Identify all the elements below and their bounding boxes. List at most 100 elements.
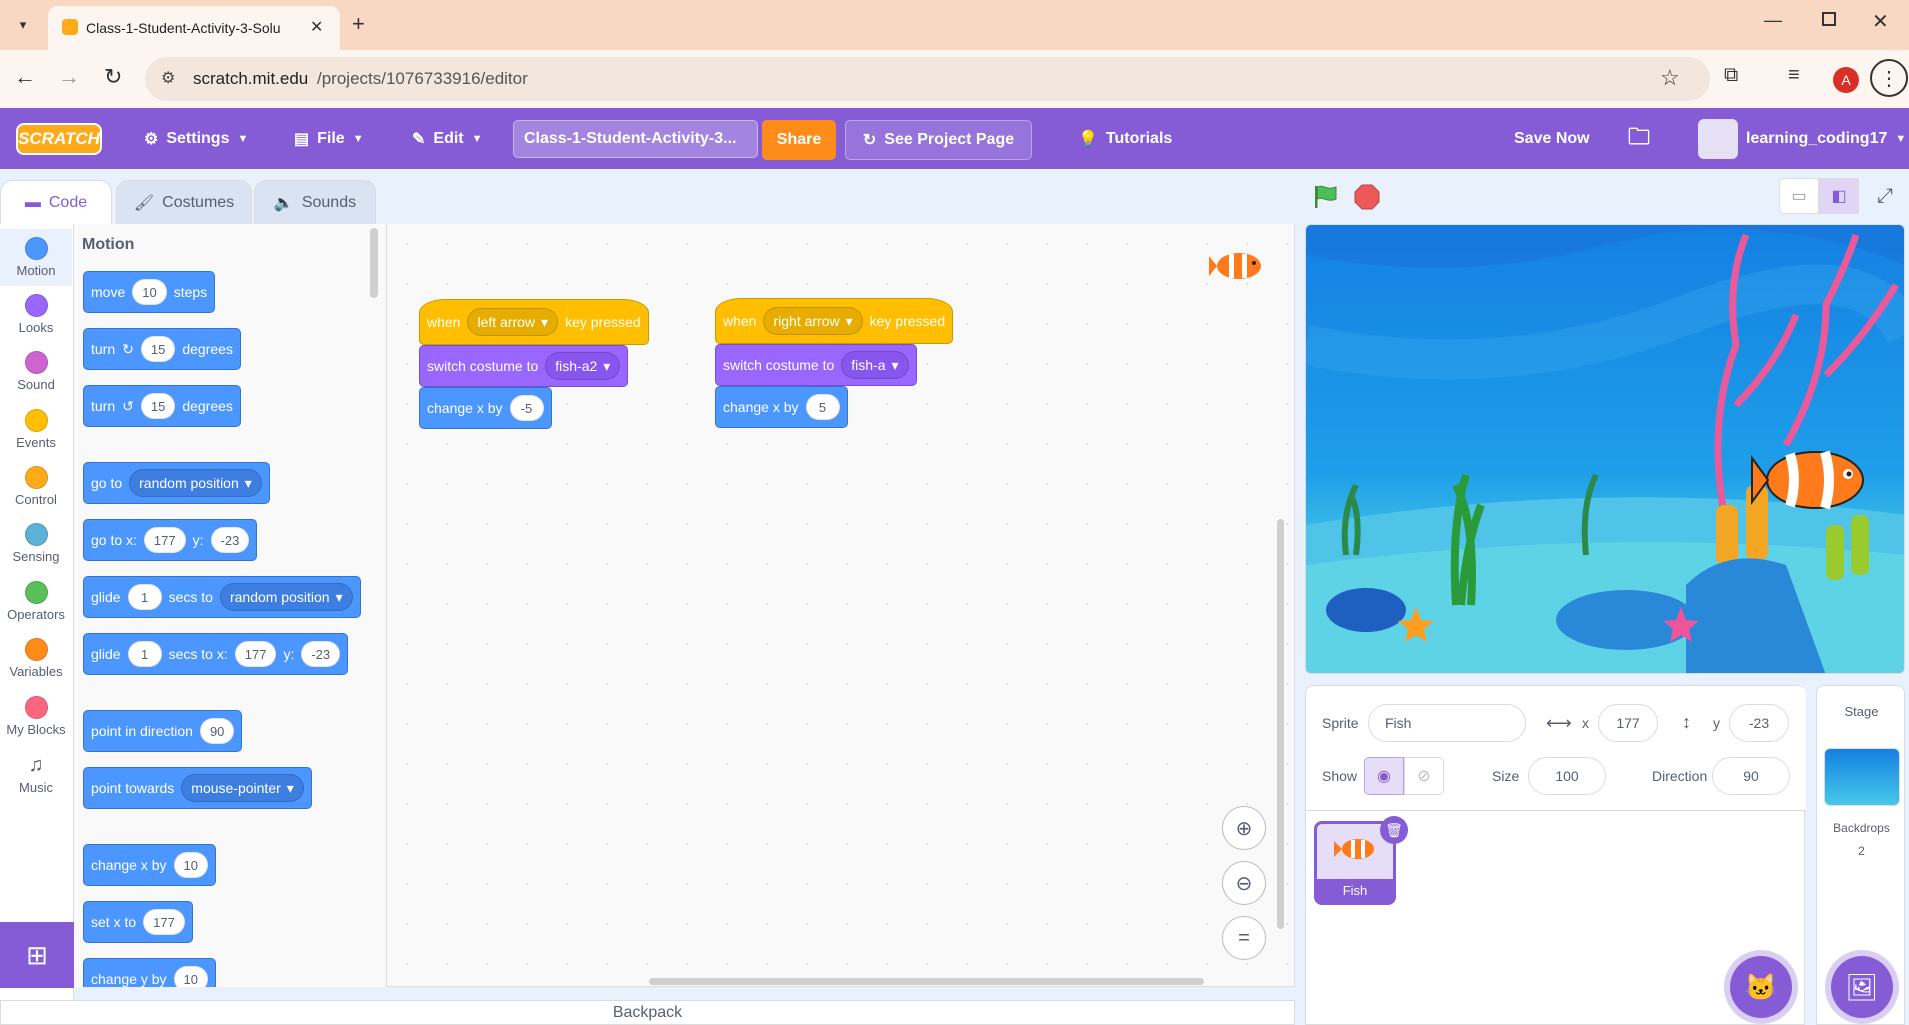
- account-menu[interactable]: learning_coding17 ▼: [1698, 108, 1906, 169]
- block-number-input[interactable]: 15: [140, 393, 176, 419]
- tutorials-menu[interactable]: 💡 Tutorials: [1078, 108, 1172, 169]
- block-number-input[interactable]: -23: [210, 527, 250, 553]
- zoom-in-button[interactable]: ⊕: [1222, 806, 1266, 850]
- edit-menu[interactable]: ✎ Edit ▼: [412, 108, 483, 169]
- stop-button[interactable]: [1354, 184, 1380, 210]
- choose-backdrop-button[interactable]: 🖼: [1831, 956, 1893, 1018]
- add-extension-button[interactable]: ⊞: [0, 922, 74, 988]
- category-sound[interactable]: Sound: [0, 343, 72, 400]
- fullscreen-button[interactable]: ⤢: [1866, 178, 1904, 214]
- block-dropdown[interactable]: random position ▾: [219, 583, 353, 611]
- costume-dropdown[interactable]: fish-a2 ▾: [545, 352, 621, 380]
- tab-costumes[interactable]: 🖌 Costumes: [116, 180, 252, 224]
- delete-sprite-button[interactable]: 🗑: [1380, 816, 1408, 844]
- y-position-input[interactable]: -23: [1729, 704, 1789, 742]
- costume-dropdown[interactable]: fish-a ▾: [841, 351, 909, 379]
- key-dropdown[interactable]: right arrow ▾: [763, 307, 863, 335]
- hide-sprite-button[interactable]: ⊘: [1404, 757, 1444, 795]
- choose-sprite-button[interactable]: 🐱: [1730, 956, 1792, 1018]
- block-number-input[interactable]: 177: [143, 909, 185, 935]
- block-number-input[interactable]: 1: [127, 641, 162, 667]
- see-project-page-button[interactable]: ↻ See Project Page: [845, 120, 1032, 160]
- browser-tab[interactable]: Class-1-Student-Activity-3-Solu ✕: [48, 6, 340, 50]
- block-when-key-pressed-left[interactable]: when left arrow ▾ key pressed: [419, 299, 649, 345]
- project-title-input[interactable]: Class-1-Student-Activity-3...: [513, 120, 758, 158]
- block-dropdown[interactable]: random position ▾: [129, 469, 262, 497]
- category-events[interactable]: Events: [0, 401, 72, 458]
- block-number-input[interactable]: 90: [199, 718, 235, 744]
- block-switch-costume-right[interactable]: switch costume to fish-a ▾: [715, 344, 917, 386]
- category-my-blocks[interactable]: My Blocks: [0, 688, 72, 745]
- extensions-icon[interactable]: ⧉: [1724, 64, 1738, 87]
- category-looks[interactable]: Looks: [0, 286, 72, 343]
- block-set-x[interactable]: set x to 177: [83, 901, 193, 943]
- category-motion[interactable]: Motion: [0, 229, 72, 286]
- block-glide-to[interactable]: glide 1 secs to random position ▾: [83, 576, 361, 618]
- block-number-input[interactable]: -23: [301, 641, 341, 667]
- block-turn-right[interactable]: turn ↻ 15 degrees: [83, 328, 241, 370]
- profile-avatar[interactable]: A: [1833, 67, 1859, 93]
- file-menu[interactable]: ▤ File ▼: [294, 108, 364, 169]
- block-glide-xy[interactable]: glide 1 secs to x: 177 y: -23: [83, 633, 349, 675]
- category-music[interactable]: ♫ Music: [0, 746, 72, 803]
- my-stuff-folder-icon[interactable]: 🗀: [1628, 108, 1650, 169]
- category-control[interactable]: Control: [0, 458, 72, 515]
- block-number-input[interactable]: 10: [173, 852, 208, 878]
- block-number-input[interactable]: -5: [509, 395, 544, 421]
- close-tab-icon[interactable]: ✕: [310, 17, 323, 37]
- settings-menu[interactable]: ⚙ Settings ▼: [144, 108, 248, 169]
- browser-menu-icon[interactable]: ⋮: [1870, 59, 1908, 97]
- tab-code[interactable]: ▬ Code: [0, 180, 112, 224]
- block-number-input[interactable]: 10: [173, 966, 208, 987]
- tab-sounds[interactable]: 🔈 Sounds: [254, 180, 376, 224]
- site-info-icon[interactable]: ⚙: [161, 68, 175, 88]
- reload-icon[interactable]: ↻: [104, 64, 122, 90]
- block-change-x-right[interactable]: change x by 5: [715, 386, 848, 428]
- fish-sprite[interactable]: [1750, 440, 1880, 520]
- stage-selector-pane[interactable]: Stage Backdrops 2 🖼: [1816, 685, 1905, 1025]
- block-number-input[interactable]: 177: [143, 527, 186, 553]
- zoom-reset-button[interactable]: =: [1222, 916, 1266, 960]
- block-turn-left[interactable]: turn ↺ 15 degrees: [83, 385, 241, 427]
- close-window-icon[interactable]: ✕: [1872, 9, 1889, 34]
- restore-icon[interactable]: [1822, 12, 1836, 26]
- block-switch-costume-left[interactable]: switch costume to fish-a2 ▾: [419, 345, 629, 387]
- stage-canvas[interactable]: [1305, 224, 1905, 674]
- small-stage-button[interactable]: ▭: [1779, 178, 1819, 214]
- block-number-input[interactable]: 5: [805, 394, 840, 420]
- block-go-to-xy[interactable]: go to x: 177 y: -23: [83, 519, 258, 561]
- block-go-to[interactable]: go to random position ▾: [83, 462, 270, 504]
- category-operators[interactable]: Operators: [0, 573, 72, 630]
- size-input[interactable]: 100: [1528, 757, 1606, 795]
- direction-input[interactable]: 90: [1712, 757, 1790, 795]
- block-move-steps[interactable]: move 10 steps: [83, 271, 216, 313]
- back-icon[interactable]: ←: [14, 64, 36, 90]
- new-tab-icon[interactable]: +: [352, 11, 365, 37]
- minimize-icon[interactable]: —: [1764, 10, 1782, 31]
- zoom-out-button[interactable]: ⊖: [1222, 861, 1266, 905]
- block-point-direction[interactable]: point in direction 90: [83, 710, 243, 752]
- script-area-horizontal-scrollbar[interactable]: [649, 978, 1204, 985]
- palette-scrollbar[interactable]: [370, 228, 378, 298]
- category-sensing[interactable]: Sensing: [0, 515, 72, 572]
- block-dropdown[interactable]: mouse-pointer ▾: [181, 774, 304, 802]
- media-control-icon[interactable]: ≡: [1788, 64, 1800, 87]
- script-area-vertical-scrollbar[interactable]: [1277, 519, 1284, 929]
- backdrop-thumbnail[interactable]: [1824, 748, 1900, 806]
- show-sprite-button[interactable]: ◉: [1364, 757, 1404, 795]
- key-dropdown[interactable]: left arrow ▾: [467, 308, 559, 336]
- block-number-input[interactable]: 1: [127, 584, 162, 610]
- scratch-logo[interactable]: SCRATCH: [16, 123, 102, 155]
- backpack-bar[interactable]: Backpack: [0, 1000, 1295, 1025]
- block-change-y[interactable]: change y by 10: [83, 958, 216, 987]
- x-position-input[interactable]: 177: [1598, 704, 1658, 742]
- block-number-input[interactable]: 177: [234, 641, 277, 667]
- block-change-x-left[interactable]: change x by -5: [419, 387, 552, 429]
- category-variables[interactable]: Variables: [0, 630, 72, 687]
- sprite-name-input[interactable]: Fish: [1368, 704, 1526, 742]
- normal-stage-button[interactable]: ◧: [1819, 178, 1859, 214]
- block-number-input[interactable]: 10: [132, 279, 167, 305]
- tab-list-icon[interactable]: ▾: [10, 12, 36, 38]
- bookmark-star-icon[interactable]: ☆: [1660, 65, 1680, 91]
- forward-icon[interactable]: →: [58, 64, 80, 90]
